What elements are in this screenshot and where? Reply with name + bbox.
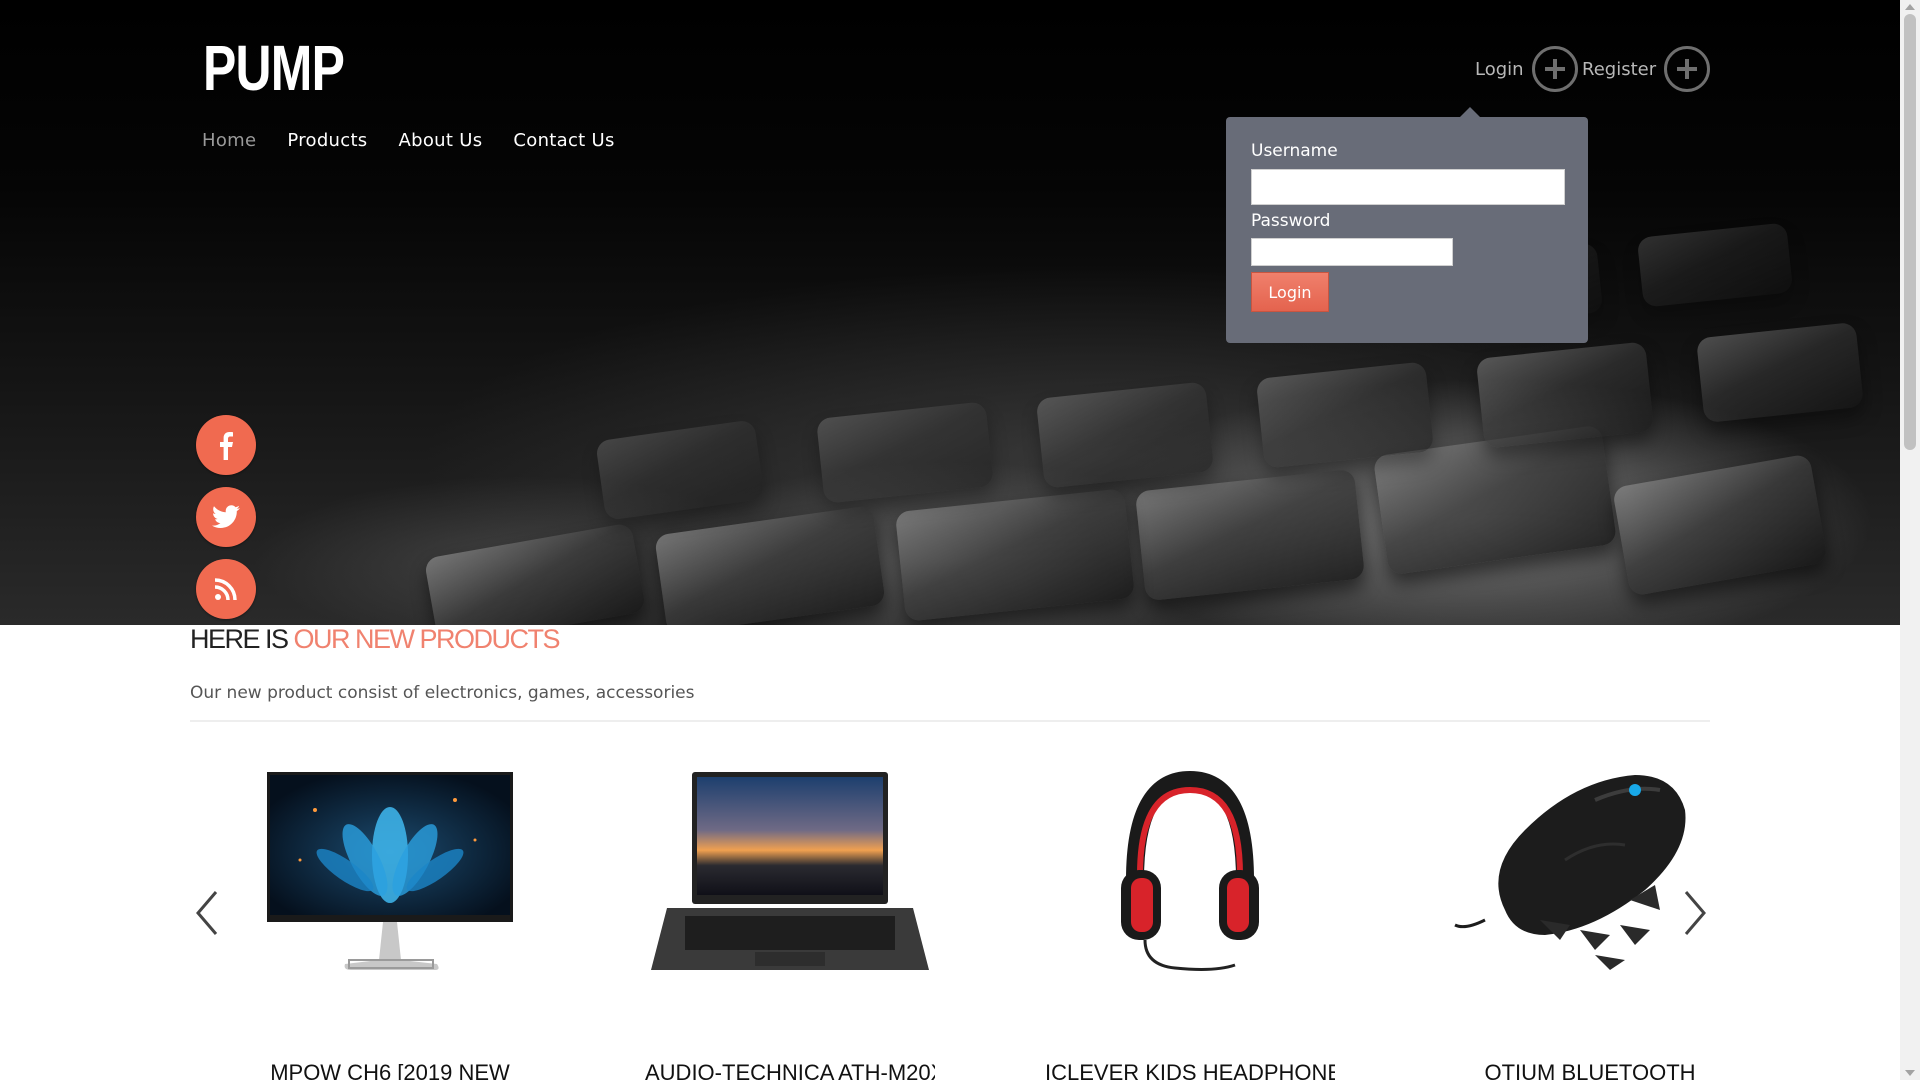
headphones-image[interactable] <box>1045 760 1335 980</box>
nav-contact-us[interactable]: Contact Us <box>513 130 614 151</box>
product-card[interactable]: ICLEVER KIDS HEADPHONES - <box>1045 760 1335 1080</box>
password-label: Password <box>1251 211 1331 231</box>
register-link[interactable]: Register <box>1582 46 1711 92</box>
page-scrollbar[interactable] <box>1900 0 1920 1080</box>
username-input[interactable] <box>1251 169 1565 205</box>
scroll-down-icon[interactable] <box>1905 1070 1915 1076</box>
section-divider <box>190 720 1710 722</box>
login-label[interactable]: Login <box>1475 59 1524 80</box>
facebook-icon <box>220 432 233 460</box>
password-input[interactable] <box>1251 238 1453 266</box>
product-card[interactable]: MPOW CH6 [2019 NEW <box>245 760 535 1080</box>
register-label[interactable]: Register <box>1582 59 1656 80</box>
nav-products[interactable]: Products <box>287 130 367 151</box>
section-subtitle: Our new product consist of electronics, … <box>190 683 695 703</box>
monitor-image[interactable] <box>245 760 535 980</box>
laptop-image[interactable] <box>645 760 935 980</box>
product-title[interactable]: MPOW CH6 [2019 NEW <box>245 1060 535 1080</box>
site-logo[interactable]: PUMP <box>203 36 345 100</box>
login-link[interactable]: Login <box>1475 46 1578 92</box>
twitter-icon <box>211 505 240 528</box>
twitter-button[interactable] <box>196 487 256 547</box>
main-nav: Home Products About Us Contact Us <box>202 130 646 151</box>
nav-about-us[interactable]: About Us <box>398 130 482 151</box>
nav-home[interactable]: Home <box>202 130 256 151</box>
gaming-mouse-image[interactable] <box>1445 760 1735 980</box>
section-title: HERE IS OUR NEW PRODUCTS <box>190 624 561 655</box>
product-title[interactable]: ICLEVER KIDS HEADPHONES - <box>1045 1060 1335 1080</box>
section-title-plain: HERE IS <box>190 624 289 654</box>
login-plus-icon[interactable] <box>1531 46 1578 92</box>
register-plus-icon[interactable] <box>1664 46 1711 92</box>
scroll-thumb[interactable] <box>1904 14 1916 450</box>
facebook-button[interactable] <box>196 415 256 475</box>
rss-icon <box>214 578 237 601</box>
section-title-accent: OUR NEW PRODUCTS <box>293 624 561 654</box>
login-submit-button[interactable]: Login <box>1251 272 1329 312</box>
product-title[interactable]: AUDIO-TECHNICA ATH-M20X <box>645 1060 935 1080</box>
login-dropdown: Username Password Login <box>1226 107 1588 343</box>
carousel-prev-arrow-icon[interactable] <box>192 888 222 938</box>
product-card[interactable]: AUDIO-TECHNICA ATH-M20X <box>645 760 935 1080</box>
product-card[interactable]: OTIUM BLUETOOTH <box>1445 760 1735 1080</box>
username-label: Username <box>1251 141 1338 161</box>
scroll-up-icon[interactable] <box>1905 4 1915 10</box>
product-title[interactable]: OTIUM BLUETOOTH <box>1445 1060 1735 1080</box>
rss-button[interactable] <box>196 559 256 619</box>
